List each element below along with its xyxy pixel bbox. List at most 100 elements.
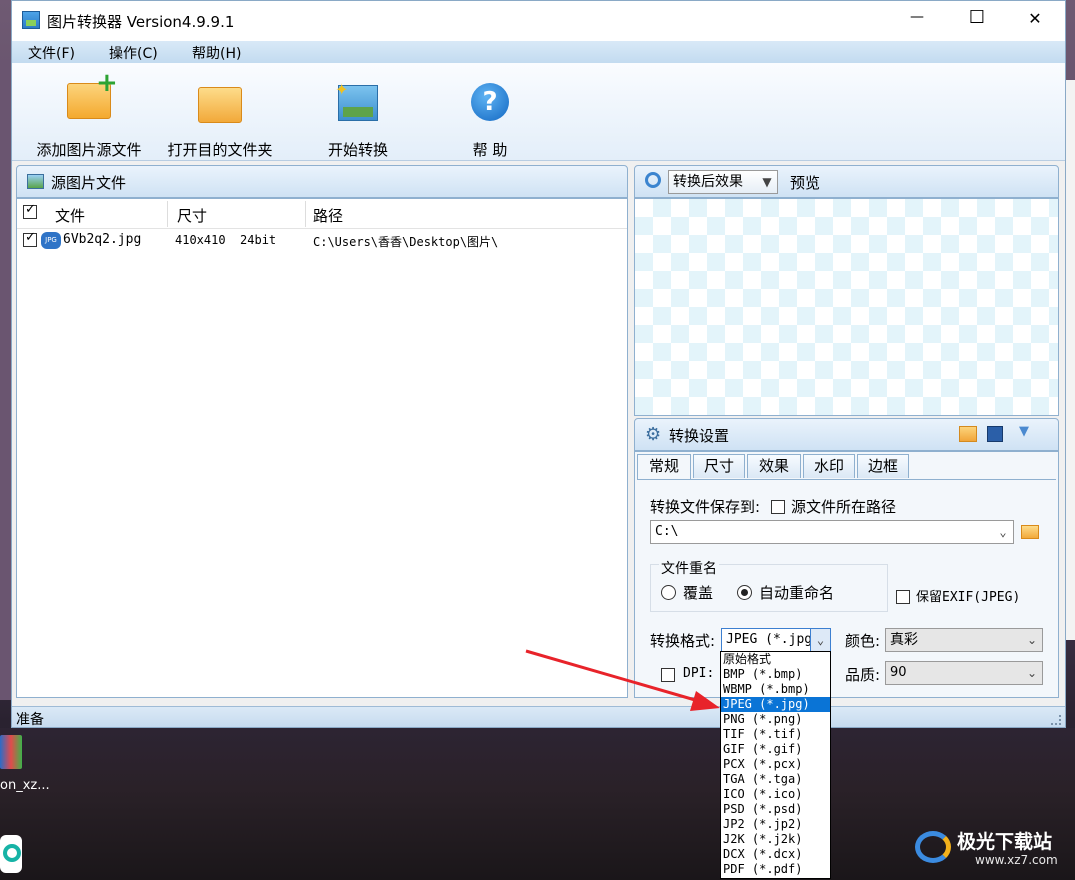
browse-folder-icon[interactable] — [1021, 525, 1039, 539]
format-option[interactable]: PDF (*.pdf) — [721, 862, 830, 877]
format-option[interactable]: BMP (*.bmp) — [721, 667, 830, 682]
format-option[interactable]: TGA (*.tga) — [721, 772, 830, 787]
menu-file[interactable]: 文件(F) — [28, 43, 75, 63]
row-checkbox[interactable]: ✓ — [23, 230, 37, 247]
format-option[interactable]: GIF (*.gif) — [721, 742, 830, 757]
maximize-button[interactable]: ☐ — [962, 7, 992, 28]
window-title: 图片转换器 Version4.9.9.1 — [47, 13, 235, 31]
format-option[interactable]: TIF (*.tif) — [721, 727, 830, 742]
help-label: 帮 助 — [472, 141, 508, 159]
format-option[interactable]: ICO (*.ico) — [721, 787, 830, 802]
tab-effect[interactable]: 效果 — [747, 454, 801, 478]
format-option[interactable]: DCX (*.dcx) — [721, 847, 830, 862]
format-option[interactable]: PSD (*.psd) — [721, 802, 830, 817]
select-all-checkbox[interactable]: ✓ — [23, 202, 37, 219]
menu-help[interactable]: 帮助(H) — [192, 43, 241, 63]
resize-grip-icon[interactable] — [1051, 715, 1061, 725]
tab-size[interactable]: 尺寸 — [693, 454, 745, 478]
format-option[interactable]: PCX (*.pcx) — [721, 757, 830, 772]
image-icon — [27, 174, 44, 189]
folder-add-icon: + — [67, 70, 118, 119]
save-to-label: 转换文件保存到: — [650, 498, 761, 516]
format-select[interactable]: JPEG (*.jpg) ⌄ — [721, 628, 831, 652]
start-convert-button[interactable]: ✦ 开始转换 — [308, 75, 408, 160]
color-label: 颜色: — [845, 632, 881, 650]
format-option[interactable]: 原始格式 — [721, 652, 830, 667]
preview-label: 预览 — [790, 174, 821, 192]
add-source-button[interactable]: + 添加图片源文件 — [24, 70, 154, 160]
close-button[interactable]: ✕ — [1020, 9, 1050, 28]
app-ring-icon — [3, 844, 21, 862]
color-select[interactable]: 真彩 ⌄ — [885, 628, 1043, 652]
tab-border[interactable]: 边框 — [857, 454, 909, 478]
table-row[interactable]: ✓ JPG 6Vb2q2.jpg 410x410 24bit C:\Users\… — [17, 230, 627, 252]
row-path: C:\Users\香香\Desktop\图片\ — [313, 235, 499, 249]
column-size[interactable]: 尺寸 — [177, 205, 207, 226]
preview-mode-select[interactable]: 转换后效果 ▼ — [668, 170, 778, 194]
menu-operation[interactable]: 操作(C) — [109, 43, 158, 63]
settings-title: 转换设置 — [669, 427, 730, 445]
quality-value: 90 — [890, 665, 907, 680]
help-icon: ? — [471, 83, 509, 121]
gear-icon: ⚙ — [645, 424, 662, 445]
chevron-down-icon: ⌄ — [999, 525, 1007, 539]
collapse-icon[interactable]: ▼ — [1019, 424, 1029, 439]
format-option[interactable]: J2K (*.j2k) — [721, 832, 830, 847]
chevron-down-icon: ⌄ — [1026, 633, 1038, 647]
format-option[interactable]: JPEG (*.jpg) — [721, 697, 830, 712]
minimize-button[interactable]: — — [902, 9, 932, 25]
keep-exif-checkbox[interactable] — [896, 590, 910, 604]
save-settings-icon[interactable] — [987, 426, 1003, 442]
preview-mode-value: 转换后效果 — [673, 174, 743, 190]
desktop-left-icons — [0, 60, 11, 700]
load-settings-icon[interactable] — [959, 426, 977, 442]
title-bar[interactable]: 图片转换器 Version4.9.9.1 — ☐ ✕ — [12, 1, 1065, 41]
magic-picture-icon: ✦ — [335, 80, 378, 121]
format-option[interactable]: PNG (*.png) — [721, 712, 830, 727]
column-file[interactable]: 文件 — [55, 205, 85, 226]
format-option[interactable]: JP2 (*.jp2) — [721, 817, 830, 832]
overwrite-radio[interactable] — [661, 585, 676, 600]
row-size: 410x410 24bit — [175, 233, 277, 247]
format-value: JPEG (*.jpg) — [726, 632, 820, 647]
auto-rename-label: 自动重命名 — [759, 584, 835, 602]
desktop-background — [0, 728, 1075, 880]
column-divider — [305, 201, 306, 227]
source-path-label: 源文件所在路径 — [791, 498, 897, 516]
chevron-down-icon: ⌄ — [810, 629, 830, 651]
open-dest-button[interactable]: 打开目的文件夹 — [160, 75, 280, 160]
output-path-select[interactable]: C:\ ⌄ — [650, 520, 1014, 544]
status-text: 准备 — [16, 712, 44, 728]
auto-rename-radio[interactable] — [737, 585, 752, 600]
column-divider — [167, 201, 168, 227]
jpg-file-icon: JPG — [41, 232, 61, 249]
toolbar: + 添加图片源文件 打开目的文件夹 ✦ 开始转换 ? 帮 助 — [12, 63, 1065, 161]
row-file-name: 6Vb2q2.jpg — [63, 232, 142, 247]
quality-select[interactable]: 90 ⌄ — [885, 661, 1043, 685]
open-dest-label: 打开目的文件夹 — [167, 141, 273, 159]
desktop-icon[interactable] — [0, 835, 22, 873]
tab-watermark[interactable]: 水印 — [803, 454, 855, 478]
watermark-url: www.xz7.com — [975, 853, 1058, 867]
settings-tabs: 常规 尺寸 效果 水印 边框 — [635, 454, 1058, 480]
archive-icon — [0, 735, 22, 769]
menu-bar: 文件(F) 操作(C) 帮助(H) — [12, 41, 1065, 63]
desktop-icon-label: on_xz... — [0, 778, 50, 793]
folder-open-icon — [198, 87, 242, 123]
column-path[interactable]: 路径 — [313, 205, 343, 226]
rename-group-title: 文件重名 — [659, 558, 719, 578]
tab-general[interactable]: 常规 — [637, 454, 691, 480]
format-dropdown-list[interactable]: 原始格式 BMP (*.bmp) WBMP (*.bmp) JPEG (*.jpg) P… — [720, 651, 831, 879]
magnifier-icon — [645, 172, 661, 188]
source-file-list[interactable]: ✓ 文件 尺寸 路径 ✓ JPG 6Vb2q2.jpg 410x410 24bi… — [16, 198, 628, 698]
source-path-checkbox[interactable] — [771, 500, 785, 514]
swirl-icon — [915, 831, 951, 863]
watermark-name: 极光下载站 — [957, 831, 1053, 853]
overwrite-label: 覆盖 — [683, 584, 714, 602]
watermark-logo: 极光下载站 www.xz7.com — [915, 825, 1065, 873]
list-header: ✓ 文件 尺寸 路径 — [17, 199, 627, 229]
format-option[interactable]: WBMP (*.bmp) — [721, 682, 830, 697]
help-button[interactable]: ? 帮 助 — [442, 75, 538, 160]
chevron-down-icon: ▼ — [762, 175, 772, 189]
desktop-icon[interactable] — [0, 735, 22, 771]
